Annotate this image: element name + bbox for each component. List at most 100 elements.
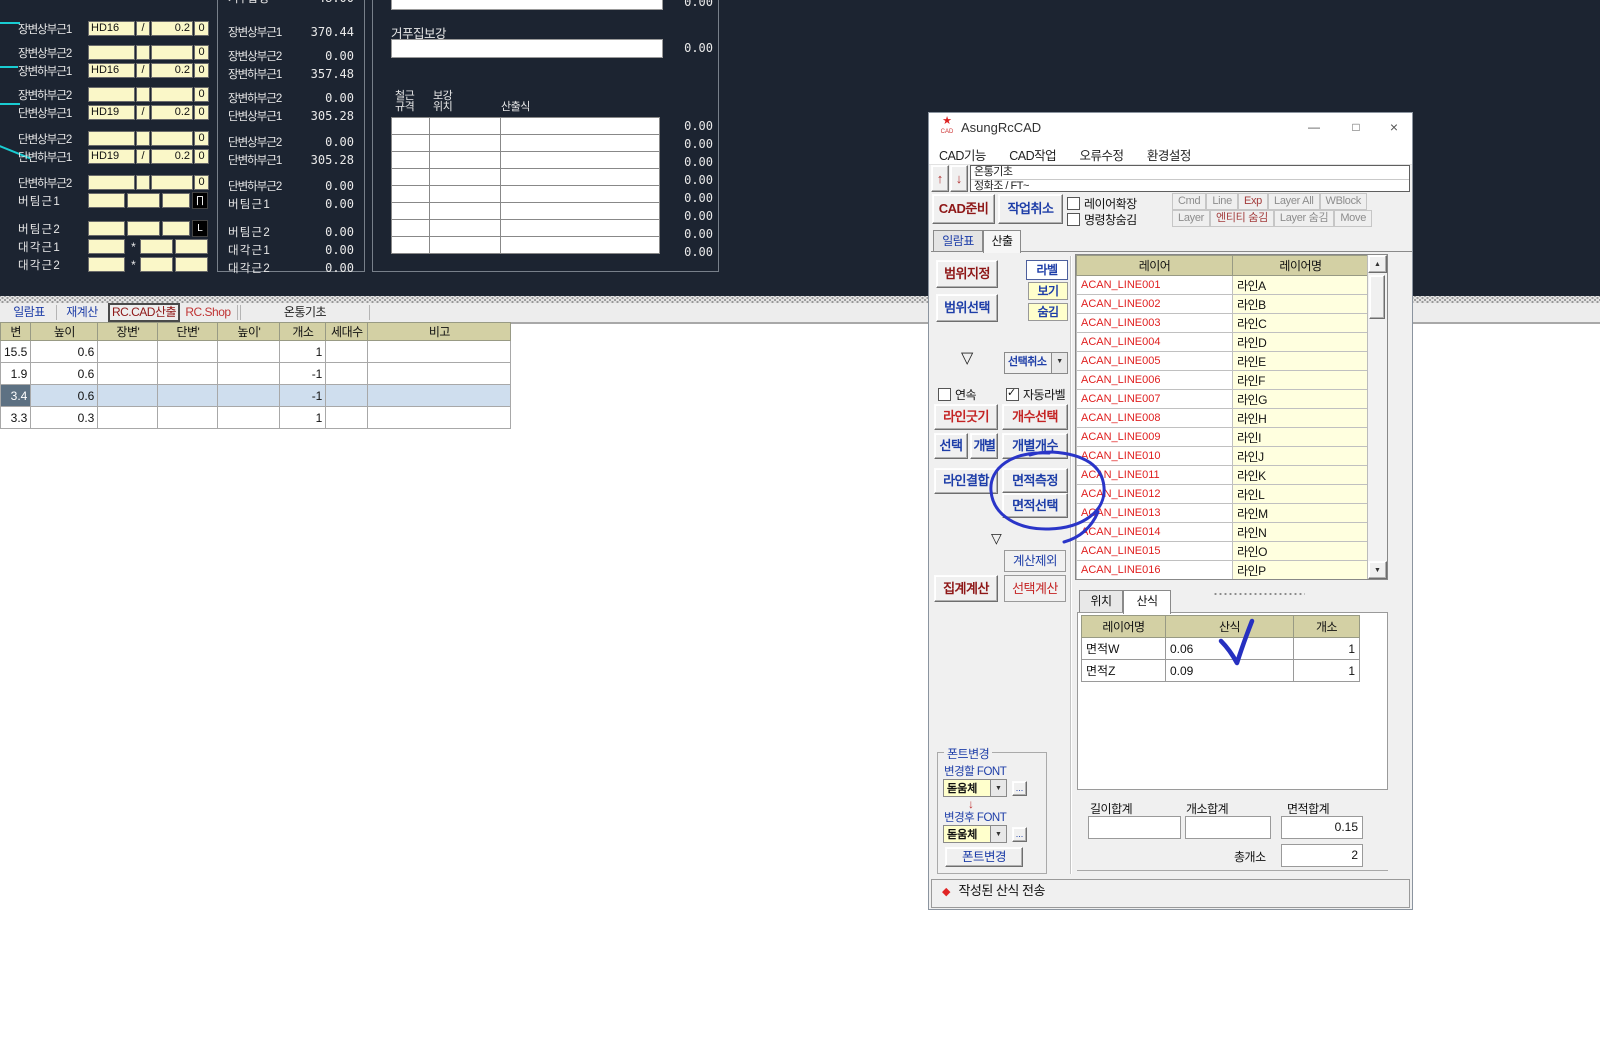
layer-row[interactable]: ACAN_LINE015라인O (1077, 542, 1369, 561)
area-select-button[interactable]: 면적선택 (1002, 493, 1068, 518)
dropdown-arrow-icon[interactable]: ▼ (990, 826, 1006, 842)
rebar-count-input[interactable]: 0 (194, 87, 209, 102)
menu-cad-work[interactable]: CAD작업 (999, 142, 1066, 164)
font-after-combo[interactable]: 돋움체 ▼ (943, 825, 1007, 843)
rebar-spacing-input[interactable]: 0.2 (151, 21, 193, 36)
layer-row[interactable]: ACAN_LINE003라인C (1077, 314, 1369, 333)
tab-recalc[interactable]: 재계산 (58, 303, 106, 322)
rebar-slash-input[interactable]: / (136, 149, 150, 164)
diagonal-input[interactable] (175, 257, 208, 272)
layer-row[interactable]: ACAN_LINE007라인G (1077, 390, 1369, 409)
layer-row[interactable]: ACAN_LINE010라인J (1077, 447, 1369, 466)
diagonal-input[interactable] (88, 239, 125, 254)
formwork-input-clipped[interactable] (391, 0, 663, 10)
formula-row[interactable] (392, 203, 660, 220)
rebar-slash-input[interactable] (136, 87, 150, 102)
rebar-slash-input[interactable] (136, 131, 150, 146)
formula-result-row[interactable]: 면적Z0.091 (1082, 660, 1360, 682)
formula-row[interactable] (392, 220, 660, 237)
count-select-button[interactable]: 개수선택 (1002, 404, 1068, 430)
rebar-spacing-input[interactable]: 0.2 (151, 105, 193, 120)
rebar-spacing-input[interactable] (151, 87, 193, 102)
formula-row[interactable] (392, 135, 660, 152)
layer-row[interactable]: ACAN_LINE013라인M (1077, 504, 1369, 523)
nav-up-button[interactable]: ↑ (931, 165, 949, 192)
rebar-spacing-input[interactable]: 0.2 (151, 63, 193, 78)
rebar-size-input[interactable] (88, 175, 135, 190)
grid-row[interactable]: 1.90.6 -1 (1, 363, 511, 385)
layer-row[interactable]: ACAN_LINE008라인H (1077, 409, 1369, 428)
rebar-size-input[interactable]: HD19 (88, 105, 135, 120)
grand-count-field[interactable]: 2 (1281, 844, 1363, 867)
tab-list[interactable]: 일람표 (4, 303, 54, 322)
toolbar-button[interactable]: Layer All (1268, 193, 1320, 210)
brace-input[interactable] (127, 193, 160, 208)
rebar-spacing-input[interactable] (151, 45, 193, 60)
formula-row[interactable] (392, 169, 660, 186)
rebar-spacing-input[interactable] (151, 175, 193, 190)
line-join-button[interactable]: 라인결합 (934, 468, 998, 494)
label-button[interactable]: 라벨 (1026, 260, 1068, 280)
select-calc-button[interactable]: 선택계산 (1004, 575, 1066, 602)
rebar-size-input[interactable]: HD19 (88, 149, 135, 164)
brace-input[interactable] (162, 193, 190, 208)
rebar-size-input[interactable]: HD16 (88, 63, 135, 78)
formwork-reinforce-input[interactable] (391, 39, 663, 58)
tab-output[interactable]: 산출 (983, 230, 1021, 253)
rebar-size-input[interactable] (88, 45, 135, 60)
layer-row[interactable]: ACAN_LINE009라인I (1077, 428, 1369, 447)
select-button[interactable]: 선택 (934, 433, 968, 459)
view-button[interactable]: 보기 (1028, 282, 1068, 300)
brace-input[interactable] (162, 221, 190, 236)
rebar-slash-input[interactable]: / (136, 63, 150, 78)
layer-row[interactable]: ACAN_LINE011라인K (1077, 466, 1369, 485)
area-total-field[interactable]: 0.15 (1281, 816, 1363, 839)
dropdown-arrow-icon[interactable]: ▼ (1051, 353, 1067, 373)
dropdown-arrow-icon[interactable]: ▼ (990, 780, 1006, 796)
range-select-button[interactable]: 범위선택 (936, 294, 998, 322)
total-calc-button[interactable]: 집계계산 (934, 575, 998, 602)
checkbox-checked-icon[interactable]: ✓ (1006, 388, 1019, 401)
rebar-count-input[interactable]: 0 (194, 175, 209, 190)
diagonal-input[interactable] (88, 257, 125, 272)
tab-mat-foundation[interactable]: 온통기초 (242, 303, 368, 322)
toolbar-button[interactable]: Cmd (1172, 193, 1206, 210)
rebar-slash-input[interactable] (136, 175, 150, 190)
formula-row[interactable] (392, 152, 660, 169)
toolbar-button[interactable]: Layer (1172, 210, 1210, 227)
splitter-grip[interactable] (1213, 592, 1305, 596)
close-button[interactable]: × (1380, 117, 1408, 137)
hide-button[interactable]: 숨김 (1028, 303, 1068, 321)
individual-button[interactable]: 개별 (970, 433, 998, 459)
formula-row[interactable] (392, 118, 660, 135)
scroll-up-icon[interactable]: ▲ (1368, 255, 1387, 273)
diagonal-input[interactable] (140, 257, 173, 272)
scroll-thumb[interactable] (1369, 275, 1385, 319)
rebar-size-input[interactable]: HD16 (88, 21, 135, 36)
individual-count-button[interactable]: 개별개수 (1002, 433, 1068, 459)
toolbar-button[interactable]: 엔티티 숨김 (1210, 210, 1274, 227)
tab-position[interactable]: 위치 (1079, 590, 1123, 612)
tab-rc-cad-output[interactable]: RC.CAD산출 (108, 303, 180, 322)
rebar-count-input[interactable]: 0 (194, 105, 209, 120)
rebar-size-input[interactable] (88, 131, 135, 146)
grid-row[interactable]: 3.40.6 -1 (1, 385, 511, 407)
brace-input[interactable] (127, 221, 160, 236)
toolbar-button[interactable]: Exp (1238, 193, 1268, 210)
checkbox-icon[interactable] (1067, 213, 1080, 226)
font-browse-button[interactable]: ... (1012, 781, 1027, 796)
maximize-button[interactable]: □ (1342, 117, 1370, 137)
title-bar[interactable]: ★ CAD AsungRcCAD — □ × (929, 113, 1412, 142)
rebar-slash-input[interactable]: / (136, 21, 150, 36)
minimize-button[interactable]: — (1300, 117, 1328, 137)
layer-row[interactable]: ACAN_LINE006라인F (1077, 371, 1369, 390)
layer-row[interactable]: ACAN_LINE004라인D (1077, 333, 1369, 352)
menu-settings[interactable]: 환경설정 (1137, 142, 1201, 164)
layer-row[interactable]: ACAN_LINE001라인A (1077, 276, 1369, 295)
checkbox-icon[interactable] (938, 388, 951, 401)
formula-result-row[interactable]: 면적W0.061 (1082, 638, 1360, 660)
hide-command-checkbox[interactable]: 명령창숨김 (1067, 212, 1137, 226)
layer-scrollbar[interactable]: ▲ ▼ (1367, 255, 1387, 579)
font-browse-button[interactable]: ... (1012, 827, 1027, 842)
grid-row[interactable]: 3.30.3 1 (1, 407, 511, 429)
